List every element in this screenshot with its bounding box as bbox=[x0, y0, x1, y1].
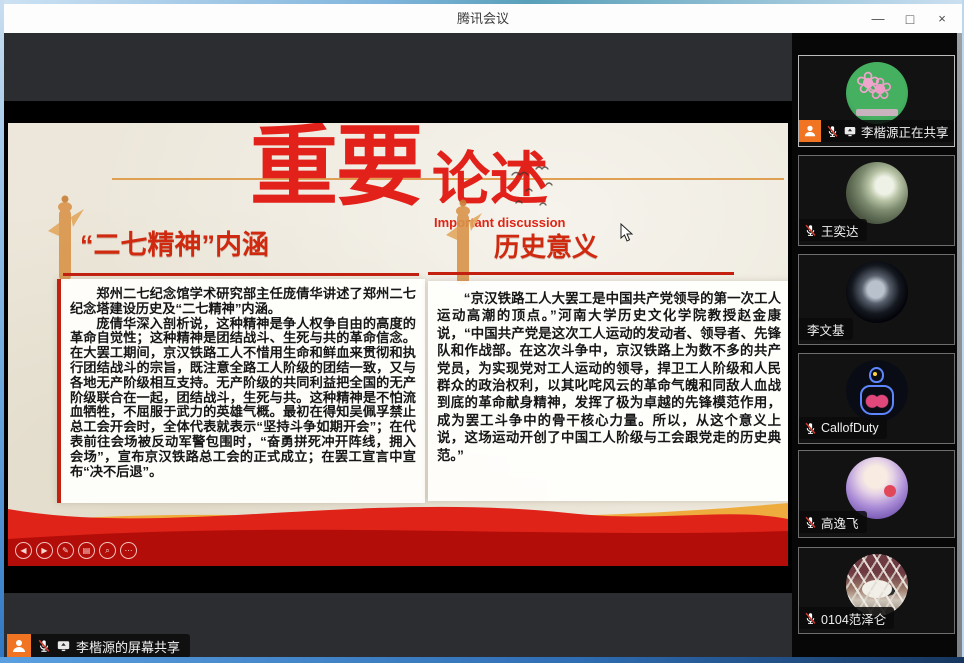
participant-name: 王奕达 bbox=[821, 221, 859, 240]
left-text-box: 郑州二七纪念馆学术研究部主任庞倩华讲述了郑州二七纪念塔建设历史及“二七精神”内涵… bbox=[57, 279, 425, 503]
next-slide-icon: ▶ bbox=[36, 542, 53, 559]
window-border bbox=[0, 0, 4, 663]
title-bar: 腾讯会议 — □ × bbox=[4, 4, 962, 33]
more-icon: ⋯ bbox=[120, 542, 137, 559]
mic-muted-icon bbox=[804, 612, 817, 625]
participant-tile[interactable]: 王奕达 bbox=[798, 155, 955, 246]
meeting-window: 腾讯会议 — □ × 重要 论述 Important discussion bbox=[0, 0, 964, 663]
right-heading-underline bbox=[428, 272, 734, 275]
right-column-heading: 历史意义 bbox=[494, 227, 598, 264]
participant-name: 李楷源正在共享 bbox=[861, 122, 949, 141]
slideshow-toolbar: ◀ ▶ ✎ ▤ ⌕ ⋯ bbox=[15, 542, 137, 559]
screen-share-area: 重要 论述 Important discussion bbox=[4, 33, 792, 657]
avatar: ❀ bbox=[846, 62, 908, 124]
person-badge-icon bbox=[7, 634, 31, 658]
avatar bbox=[846, 261, 908, 323]
mic-muted-icon bbox=[804, 516, 817, 529]
shared-screen-video: 重要 论述 Important discussion bbox=[4, 101, 792, 593]
participant-name: 0104范泽仑 bbox=[821, 609, 886, 628]
window-controls: — □ × bbox=[862, 4, 958, 33]
slide-title-main: 重要 bbox=[250, 123, 422, 211]
left-paragraph: 庞倩华深入剖析说，这种精神是争人权争自由的高度的革命自觉性；这种精神是团结战斗、… bbox=[70, 317, 416, 480]
participants-panel: ❀ 李楷源正在共享 bbox=[792, 33, 962, 657]
close-button[interactable]: × bbox=[926, 4, 958, 33]
left-paragraph: 郑州二七纪念馆学术研究部主任庞倩华讲述了郑州二七纪念塔建设历史及“二七精神”内涵… bbox=[70, 287, 416, 317]
maximize-button[interactable]: □ bbox=[894, 4, 926, 33]
window-title: 腾讯会议 bbox=[4, 4, 962, 33]
window-border bbox=[0, 0, 964, 4]
pen-icon: ✎ bbox=[57, 542, 74, 559]
participant-tile[interactable]: 0104范泽仑 bbox=[798, 547, 955, 634]
participant-name: CallofDuty bbox=[821, 421, 879, 435]
participant-name: 高逸飞 bbox=[821, 513, 859, 532]
avatar bbox=[846, 162, 908, 224]
person-badge-icon bbox=[799, 120, 821, 142]
screen-share-icon bbox=[56, 639, 71, 653]
monument-icon bbox=[46, 191, 84, 285]
meeting-content: 重要 论述 Important discussion bbox=[4, 33, 962, 657]
avatar bbox=[846, 360, 908, 422]
magnifier-icon: ⌕ bbox=[99, 542, 116, 559]
participant-tile[interactable]: 高逸飞 bbox=[798, 450, 955, 538]
avatar bbox=[846, 457, 908, 519]
right-paragraph: “京汉铁路工人大罢工是中国共产党领导的第一次工人运动高潮的顶点。”河南大学历史文… bbox=[437, 290, 781, 464]
window-border bbox=[0, 657, 964, 663]
presentation-slide: 重要 论述 Important discussion bbox=[8, 123, 788, 566]
mic-muted-icon bbox=[804, 422, 817, 435]
mouse-cursor bbox=[620, 223, 633, 242]
mic-muted-icon bbox=[37, 639, 51, 653]
participant-tile[interactable]: 李文基 bbox=[798, 254, 955, 345]
board-icon: ▤ bbox=[78, 542, 95, 559]
minimize-button[interactable]: — bbox=[862, 4, 894, 33]
participant-tile[interactable]: CallofDuty bbox=[798, 353, 955, 444]
mic-muted-icon bbox=[804, 224, 817, 237]
right-text-box: “京汉铁路工人大罢工是中国共产党领导的第一次工人运动高潮的顶点。”河南大学历史文… bbox=[428, 281, 788, 501]
participant-name: 李文基 bbox=[807, 320, 845, 339]
screen-share-status-chip: 李楷源的屏幕共享 bbox=[7, 634, 190, 658]
birds-decoration bbox=[506, 165, 566, 211]
mic-muted-icon bbox=[826, 125, 839, 138]
participant-tile[interactable]: ❀ 李楷源正在共享 bbox=[798, 55, 955, 147]
share-status-text: 李楷源的屏幕共享 bbox=[76, 637, 180, 656]
left-heading-underline bbox=[63, 273, 419, 276]
screen-share-icon bbox=[843, 125, 857, 138]
prev-slide-icon: ◀ bbox=[15, 542, 32, 559]
left-column-heading: “二七精神”内涵 bbox=[80, 223, 269, 262]
